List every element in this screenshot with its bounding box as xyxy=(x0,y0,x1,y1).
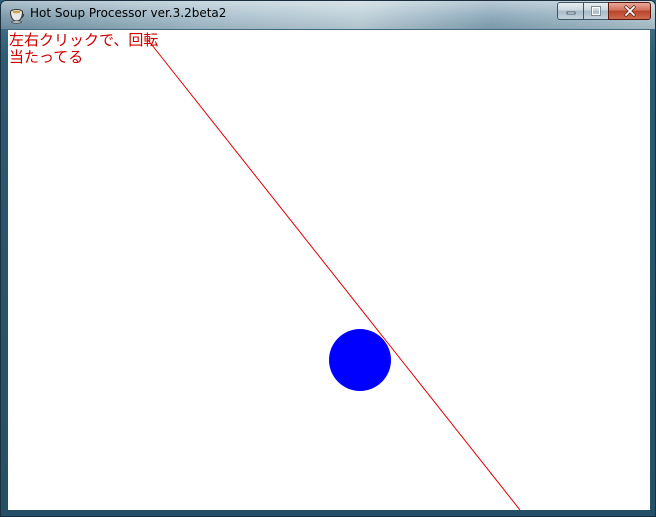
close-icon xyxy=(623,5,636,17)
close-button[interactable] xyxy=(608,2,651,20)
minimize-button[interactable] xyxy=(557,2,584,20)
instruction-text: 左右クリックで、回転 xyxy=(9,31,159,49)
app-window: Hot Soup Processor ver.3.2beta2 左右クリックで、… xyxy=(0,0,656,517)
minimize-icon xyxy=(566,11,575,15)
drawing-canvas[interactable]: 左右クリックで、回転 当たってる xyxy=(8,30,650,510)
hit-circle xyxy=(329,329,391,391)
maximize-button[interactable] xyxy=(583,2,609,20)
maximize-icon xyxy=(591,6,601,16)
title-bar[interactable]: Hot Soup Processor ver.3.2beta2 xyxy=(1,1,655,29)
rotating-line xyxy=(147,39,521,510)
canvas-graphics xyxy=(147,39,521,510)
hit-status-text: 当たってる xyxy=(9,48,84,66)
hsp-cup-icon[interactable] xyxy=(8,7,25,24)
window-title: Hot Soup Processor ver.3.2beta2 xyxy=(30,6,227,20)
